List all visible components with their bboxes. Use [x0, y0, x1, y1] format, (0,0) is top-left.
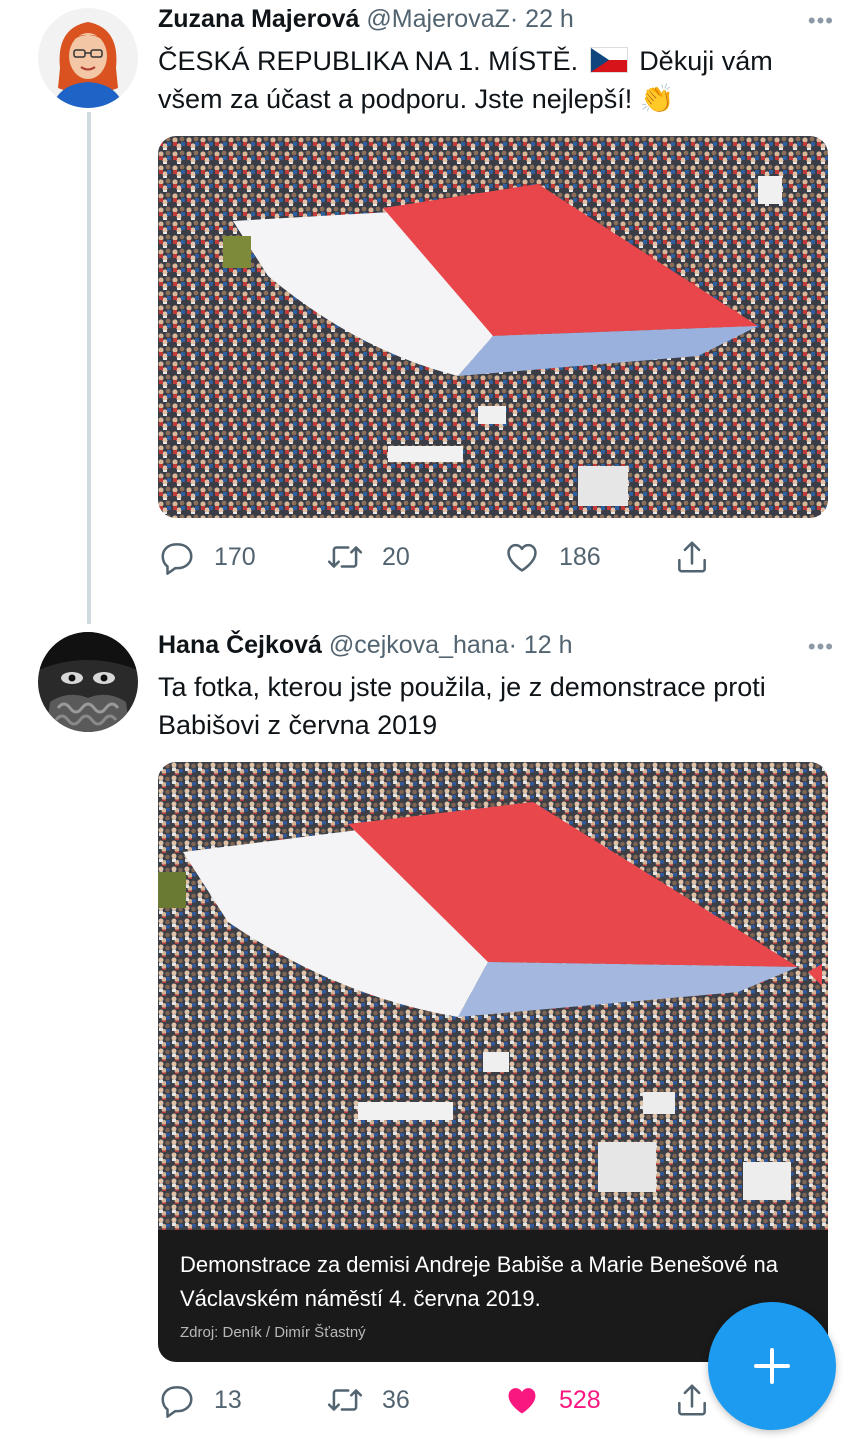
tweet-actions: 170 20 186: [158, 537, 718, 577]
czech-flag-icon: [589, 47, 628, 73]
tweet-photo-with-caption[interactable]: Demonstrace za demisi Andreje Babiše a M…: [158, 762, 828, 1362]
more-options-icon[interactable]: •••: [808, 630, 834, 664]
more-options-icon[interactable]: •••: [808, 4, 834, 38]
retweet-button[interactable]: 20: [326, 537, 410, 577]
heart-icon: [507, 543, 537, 572]
tweet-header: Zuzana Majerová @MajerovaZ· 22 h •••: [158, 2, 834, 36]
clapping-hands-icon: 👏: [639, 83, 675, 114]
compose-tweet-button[interactable]: [708, 1302, 836, 1430]
retweet-icon: [327, 1389, 363, 1411]
share-button[interactable]: [673, 1380, 711, 1420]
image-caption: Demonstrace za demisi Andreje Babiše a M…: [180, 1252, 778, 1311]
retweet-count: 20: [382, 542, 410, 571]
separator-dot: ·: [509, 5, 519, 33]
tweet-header: Hana Čejková @cejkova_hana· 12 h •••: [158, 628, 834, 662]
reply-button[interactable]: 170: [158, 537, 256, 577]
tweet-actions: 13 36 528: [158, 1380, 718, 1420]
like-button[interactable]: 186: [503, 537, 601, 577]
twitter-thread: Zuzana Majerová @MajerovaZ· 22 h ••• ČES…: [0, 0, 864, 1440]
plus-icon: [754, 1348, 790, 1384]
tweet-zuzana-majerova[interactable]: Zuzana Majerová @MajerovaZ· 22 h ••• ČES…: [0, 0, 864, 600]
tweet-photo-crowd-flag[interactable]: [158, 136, 828, 518]
image-source: Zdroj: Deník / Dimír Šťastný: [180, 1324, 366, 1341]
author-name[interactable]: Zuzana Majerová: [158, 5, 359, 33]
retweet-icon: [327, 546, 363, 568]
author-name[interactable]: Hana Čejková: [158, 631, 322, 659]
author-handle[interactable]: @MajerovaZ: [366, 5, 509, 33]
reply-count: 170: [214, 542, 256, 571]
share-icon: [678, 1384, 706, 1416]
reply-count: 13: [214, 1385, 242, 1414]
retweet-count: 36: [382, 1385, 410, 1414]
tweet-text-part1: ČESKÁ REPUBLIKA NA 1. MÍSTĚ.: [158, 46, 579, 76]
like-button-active[interactable]: 528: [503, 1380, 601, 1420]
timestamp[interactable]: 22 h: [525, 5, 574, 33]
reply-button[interactable]: 13: [158, 1380, 242, 1420]
share-button[interactable]: [673, 537, 711, 577]
avatar[interactable]: [38, 8, 138, 108]
separator-dot: ·: [508, 631, 517, 659]
tweet-text: Ta fotka, kterou jste použila, je z demo…: [158, 672, 766, 740]
avatar[interactable]: [38, 632, 138, 732]
like-count: 186: [559, 542, 601, 571]
reply-icon: [161, 1386, 193, 1418]
like-count: 528: [559, 1385, 601, 1414]
share-icon: [678, 541, 706, 573]
heart-filled-icon: [508, 1388, 536, 1414]
author-handle[interactable]: @cejkova_hana: [329, 631, 509, 659]
reply-icon: [161, 543, 193, 575]
timestamp[interactable]: 12 h: [524, 631, 573, 659]
retweet-button[interactable]: 36: [326, 1380, 410, 1420]
tweet-text: ČESKÁ REPUBLIKA NA 1. MÍSTĚ. Děkuji vám …: [158, 42, 824, 118]
